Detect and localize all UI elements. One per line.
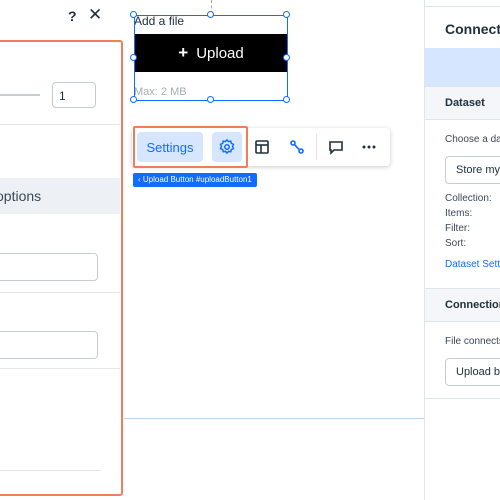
choose-dataset-label: Choose a dataset bbox=[445, 134, 500, 145]
dataset-dropdown[interactable]: Store my files bbox=[445, 156, 500, 184]
settings-panel-body: 1 options / ‹ bbox=[0, 40, 123, 496]
connect-panel: Connect to data Dataset Choose a dataset… bbox=[424, 0, 500, 500]
collection-label: Collection: bbox=[445, 193, 492, 204]
resize-handle-right[interactable] bbox=[283, 54, 290, 61]
divider bbox=[425, 6, 500, 7]
connect-info-bar bbox=[425, 48, 500, 86]
text-field-1[interactable] bbox=[0, 253, 98, 281]
toolbar-separator bbox=[316, 134, 317, 160]
resize-handle-bottom-left[interactable] bbox=[130, 96, 137, 103]
resize-handle-top-right[interactable] bbox=[283, 11, 290, 18]
more-icon[interactable] bbox=[354, 132, 384, 162]
toolbar-highlight-frame bbox=[133, 126, 248, 168]
dataset-section-header: Dataset bbox=[425, 86, 500, 120]
connect-icon[interactable] bbox=[282, 132, 312, 162]
connections-section-header: Connections bbox=[425, 288, 500, 322]
element-toolbar: Settings bbox=[132, 126, 390, 168]
size-number-input[interactable]: 1 bbox=[52, 82, 96, 108]
items-label: Items: bbox=[445, 208, 473, 219]
size-slider[interactable] bbox=[0, 94, 40, 96]
resize-handle-bottom-right[interactable] bbox=[283, 96, 290, 103]
dataset-settings-link[interactable]: Dataset Settings bbox=[445, 259, 500, 270]
file-connects-label: File connects to bbox=[445, 336, 500, 347]
divider bbox=[0, 124, 120, 125]
dataset-section-label: Dataset bbox=[445, 97, 485, 109]
divider bbox=[0, 368, 120, 369]
resize-handle-top[interactable] bbox=[207, 11, 214, 18]
file-connects-dropdown[interactable]: Upload button bbox=[445, 358, 500, 386]
close-icon[interactable]: ✕ bbox=[88, 5, 102, 25]
filter-label: Filter: bbox=[445, 223, 470, 234]
help-icon[interactable]: ? bbox=[68, 8, 77, 24]
horizontal-guide-line bbox=[124, 418, 424, 419]
text-field-2[interactable] bbox=[0, 331, 98, 359]
sort-label: Sort: bbox=[445, 238, 467, 249]
settings-panel: ? ✕ 1 options / ‹ bbox=[0, 0, 124, 500]
settings-panel-header: ? ✕ bbox=[0, 0, 124, 36]
resize-handle-bottom[interactable] bbox=[207, 96, 214, 103]
divider bbox=[0, 470, 101, 471]
resize-handle-top-left[interactable] bbox=[130, 11, 137, 18]
comment-icon[interactable] bbox=[321, 132, 351, 162]
element-name-tag: ‹ Upload Button #uploadButton1 bbox=[133, 173, 257, 187]
connections-section-label: Connections bbox=[445, 299, 500, 311]
selection-box bbox=[130, 11, 290, 103]
layout-icon[interactable] bbox=[247, 132, 277, 162]
connect-panel-title: Connect to data bbox=[445, 21, 500, 37]
divider bbox=[0, 292, 120, 293]
resize-handle-left[interactable] bbox=[130, 54, 137, 61]
divider bbox=[425, 398, 500, 399]
options-section-header: options bbox=[0, 178, 120, 214]
